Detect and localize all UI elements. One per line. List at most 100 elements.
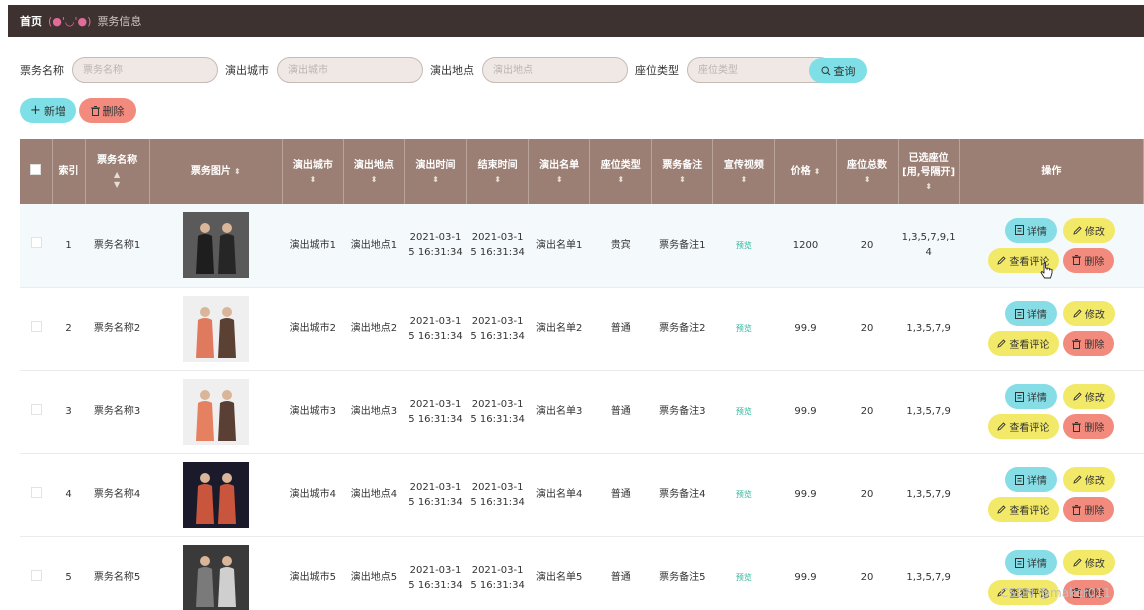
header-video[interactable]: 宣传视频 ⬍	[712, 139, 776, 204]
header-name[interactable]: 票务名称 ▲ ▼	[85, 139, 150, 204]
search-icon	[820, 65, 830, 75]
ticket-image[interactable]	[182, 544, 249, 610]
detail-button[interactable]: 详情	[1004, 301, 1057, 326]
ticket-image[interactable]	[182, 378, 249, 445]
view-comments-button[interactable]: 查看评论	[987, 497, 1059, 522]
cell-image	[149, 287, 283, 371]
pencil-icon	[997, 422, 1006, 431]
row-checkbox[interactable]	[30, 237, 42, 249]
edit-button[interactable]: 修改	[1062, 467, 1115, 492]
video-preview-link[interactable]: 预览	[736, 490, 752, 499]
header-seat-total[interactable]: 座位总数 ⬍	[836, 139, 899, 204]
sort-icon[interactable]: ⬍	[467, 175, 528, 185]
cell-start-time: 2021-03-1 5 16:31:34	[404, 204, 467, 288]
query-label: 查询	[833, 64, 856, 78]
sort-icon[interactable]: ⬍	[590, 175, 651, 185]
cell-index: 2	[52, 287, 86, 371]
add-button[interactable]: + 新增	[20, 98, 76, 123]
cell-name: 票务名称4	[85, 453, 150, 537]
video-preview-link[interactable]: 预览	[736, 241, 752, 250]
header-start-time[interactable]: 演出时间 ⬍	[404, 139, 468, 204]
edit-button[interactable]: 修改	[1062, 384, 1115, 409]
detail-button[interactable]: 详情	[1004, 384, 1057, 409]
cell-seat-total: 20	[836, 204, 899, 288]
search-label-name: 票务名称	[20, 64, 64, 77]
detail-button[interactable]: 详情	[1004, 217, 1057, 243]
cell-seat-total: 20	[836, 536, 899, 610]
delete-button[interactable]: 删除	[1062, 331, 1114, 356]
row-checkbox[interactable]	[30, 569, 42, 581]
search-form: 票务名称 演出城市 演出地点 座位类型	[20, 57, 841, 83]
search-city-input[interactable]	[277, 57, 423, 83]
cell-start-time: 2021-03-1 5 16:31:34	[404, 453, 467, 537]
sort-icon[interactable]: ⬍	[837, 175, 898, 185]
pencil-icon	[1073, 226, 1082, 235]
cell-place: 演出地点4	[343, 453, 405, 537]
video-preview-link[interactable]: 预览	[736, 407, 752, 416]
ticket-image[interactable]	[182, 295, 249, 362]
cell-end-time: 2021-03-1 5 16:31:34	[466, 287, 529, 371]
sort-icon[interactable]: ⬍	[283, 175, 343, 185]
query-button[interactable]: 查询	[809, 58, 867, 83]
cell-image	[149, 204, 283, 288]
cell-ops: 详情 修改 查看评论 删除	[959, 453, 1144, 537]
trash-icon	[1072, 255, 1082, 266]
view-comments-button[interactable]: 查看评论	[987, 331, 1059, 356]
cell-city: 演出城市1	[282, 204, 344, 288]
edit-button[interactable]: 修改	[1062, 301, 1115, 326]
cell-note: 票务备注3	[651, 370, 713, 454]
cell-name: 票务名称3	[85, 370, 150, 454]
delete-button[interactable]: 删除	[1062, 497, 1114, 522]
search-name-input[interactable]	[72, 57, 218, 83]
header-note[interactable]: 票务备注 ⬍	[651, 139, 714, 204]
edit-label: 修改	[1084, 226, 1105, 238]
row-checkbox[interactable]	[30, 320, 42, 332]
header-place[interactable]: 演出地点 ⬍	[343, 139, 405, 204]
sort-icon[interactable]: ⬍	[529, 175, 589, 185]
sort-icon[interactable]: ▲ ▼	[86, 170, 149, 190]
header-list[interactable]: 演出名单 ⬍	[528, 139, 591, 204]
sort-icon[interactable]: ⬍	[713, 175, 774, 185]
header-price[interactable]: 价格 ⬍	[774, 139, 837, 204]
sort-icon[interactable]: ⬍	[652, 175, 712, 185]
video-preview-link[interactable]: 预览	[736, 324, 752, 333]
cell-ops: 详情 修改 查看评论 删除	[959, 287, 1144, 371]
cell-price: 99.9	[774, 370, 837, 454]
row-checkbox[interactable]	[30, 403, 42, 415]
delete-button[interactable]: 删除	[1062, 247, 1114, 273]
header-city[interactable]: 演出城市 ⬍	[282, 139, 344, 204]
cell-image	[149, 370, 283, 454]
cell-city: 演出城市2	[282, 287, 344, 371]
delete-button[interactable]: 删除	[1062, 414, 1114, 439]
sort-icon[interactable]: ⬍	[899, 182, 959, 192]
cell-index: 1	[52, 204, 86, 288]
header-selected-seats[interactable]: 已选座位 [用,号隔开] ⬍	[898, 139, 960, 204]
ticket-table: 索引 票务名称 ▲ ▼ 票务图片 ⬍ 演出城市 ⬍ 演出地点 ⬍ 演出时间 ⬍ 结束时间 ⬍ …	[20, 139, 1144, 610]
breadcrumb-home[interactable]: 首页	[20, 13, 42, 29]
sort-icon[interactable]: ⬍	[234, 167, 241, 176]
select-all-checkbox[interactable]	[30, 163, 42, 175]
cell-seat-total: 20	[836, 453, 899, 537]
sort-icon[interactable]: ⬍	[344, 175, 404, 185]
ticket-image[interactable]	[182, 461, 249, 528]
batch-delete-button[interactable]: 删除	[79, 98, 136, 123]
pencil-icon	[997, 256, 1006, 265]
search-place-input[interactable]	[482, 57, 628, 83]
row-checkbox[interactable]	[30, 486, 42, 498]
view-comments-button[interactable]: 查看评论	[987, 414, 1059, 439]
detail-button[interactable]: 详情	[1004, 550, 1057, 575]
header-image[interactable]: 票务图片 ⬍	[149, 139, 283, 204]
sort-icon[interactable]: ⬍	[405, 175, 466, 185]
header-seat-type[interactable]: 座位类型 ⬍	[589, 139, 653, 204]
cell-start-time: 2021-03-1 5 16:31:34	[404, 536, 467, 610]
detail-button[interactable]: 详情	[1004, 467, 1057, 492]
edit-button[interactable]: 修改	[1062, 217, 1115, 243]
view-comments-label: 查看评论	[1009, 506, 1050, 517]
sort-icon[interactable]: ⬍	[814, 167, 821, 176]
edit-button[interactable]: 修改	[1062, 550, 1115, 575]
ticket-image[interactable]	[182, 212, 249, 279]
video-preview-link[interactable]: 预览	[736, 573, 752, 582]
cell-note: 票务备注4	[651, 453, 713, 537]
header-end-time[interactable]: 结束时间 ⬍	[466, 139, 530, 204]
document-icon	[1014, 308, 1024, 319]
